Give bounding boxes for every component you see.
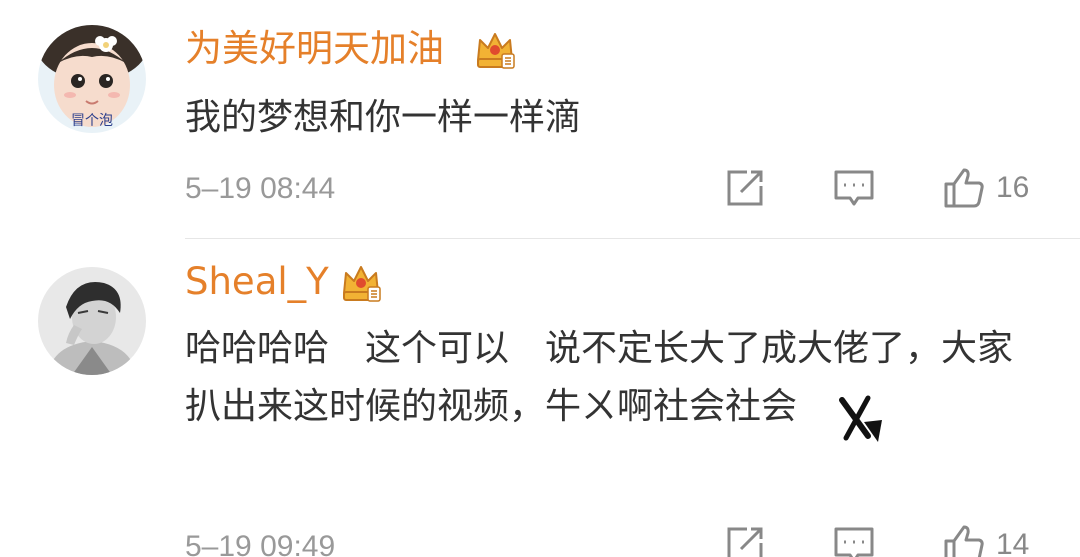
comment-item: 冒个泡 为美好明天加油 我的梦想和你一样一样滴 5–19 08:44 16 [0, 0, 1080, 238]
censor-scribble [839, 395, 882, 442]
comment-text: 哈哈哈哈 这个可以 说不定长大了成大佬了，大家扒出来这时候的视频，牛ㄨ啊社会社会 [185, 328, 1014, 427]
share-icon [727, 527, 763, 557]
avatar-image [38, 267, 146, 375]
like-button[interactable]: 14 [942, 523, 1029, 557]
like-count: 14 [996, 528, 1030, 557]
timestamp: 5–19 09:49 [185, 530, 336, 557]
comment-icon [834, 527, 874, 557]
vip-crown-icon [477, 33, 515, 69]
reply-button[interactable] [832, 523, 876, 557]
like-button[interactable]: 16 [942, 166, 1029, 210]
comment-item: Sheal_Y 哈哈哈哈 这个可以 说不定长大了成大佬了，大家扒出来这时候的视频… [0, 239, 1080, 557]
avatar-caption: 冒个泡 [71, 113, 113, 129]
timestamp: 5–19 08:44 [185, 172, 336, 205]
vip-crown-icon [343, 266, 381, 302]
thumbs-up-icon [944, 168, 984, 208]
username[interactable]: Sheal_Y [185, 260, 329, 304]
avatar[interactable] [38, 267, 146, 375]
comment-feed: 冒个泡 为美好明天加油 我的梦想和你一样一样滴 5–19 08:44 16 Sh… [0, 0, 1080, 557]
share-button[interactable] [723, 166, 767, 210]
like-count: 16 [996, 171, 1030, 204]
avatar-image: 冒个泡 [38, 25, 146, 133]
comment-text: 我的梦想和你一样一样滴 [185, 97, 582, 138]
share-button[interactable] [723, 523, 767, 557]
reply-button[interactable] [832, 166, 876, 210]
thumbs-up-icon [944, 525, 984, 557]
comment-icon [834, 170, 874, 206]
username[interactable]: 为美好明天加油 [185, 27, 444, 71]
avatar[interactable]: 冒个泡 [38, 25, 146, 133]
share-icon [727, 170, 763, 206]
